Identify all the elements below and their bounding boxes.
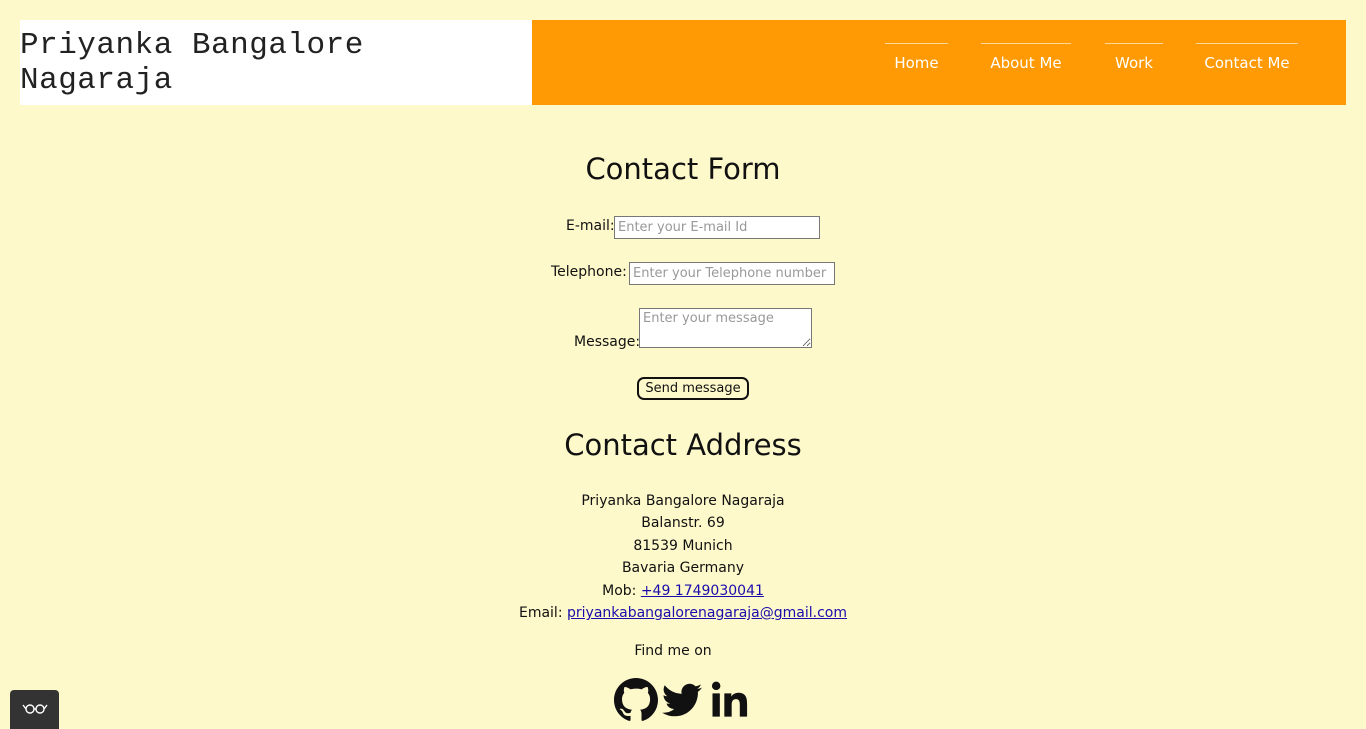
- linkedin-icon[interactable]: [710, 678, 752, 722]
- telephone-field[interactable]: [629, 262, 835, 285]
- address-city: 81539 Munich: [633, 538, 733, 554]
- social-links: [0, 678, 1366, 722]
- nav-about-me[interactable]: About Me: [981, 43, 1071, 82]
- email-link[interactable]: priyankabangalorenagaraja@gmail.com: [567, 605, 847, 621]
- site-title: Priyanka Bangalore Nagaraja: [20, 20, 532, 105]
- nav-home[interactable]: Home: [885, 43, 948, 82]
- address-email-line: Email: priyankabangalorenagaraja@gmail.c…: [0, 605, 1366, 621]
- message-field[interactable]: [639, 308, 812, 348]
- nav-contact-me[interactable]: Contact Me: [1196, 43, 1298, 82]
- twitter-icon[interactable]: [662, 678, 704, 722]
- glasses-icon: [21, 700, 48, 719]
- find-me-on: Find me on: [634, 643, 712, 659]
- message-label: Message:: [574, 334, 641, 350]
- accessibility-toggle[interactable]: [10, 690, 59, 729]
- email-label: E-mail:: [566, 218, 615, 234]
- contact-address-title: Contact Address: [564, 428, 802, 462]
- address-mobile-line: Mob: +49 1749030041: [0, 583, 1366, 599]
- email-field[interactable]: [614, 216, 820, 239]
- nav-work[interactable]: Work: [1105, 43, 1163, 82]
- address-street: Balanstr. 69: [641, 515, 725, 531]
- main-nav: Home About Me Work Contact Me: [532, 20, 1346, 105]
- email-address-label: Email:: [518, 605, 563, 621]
- send-message-button[interactable]: Send message: [637, 377, 749, 400]
- contact-form-title: Contact Form: [585, 152, 781, 186]
- site-header: Priyanka Bangalore Nagaraja Home About M…: [20, 20, 1346, 105]
- address-region: Bavaria Germany: [621, 560, 745, 576]
- github-icon[interactable]: [614, 678, 658, 722]
- mobile-link[interactable]: +49 1749030041: [641, 583, 764, 599]
- address-name: Priyanka Bangalore Nagaraja: [581, 493, 785, 509]
- telephone-label: Telephone:: [551, 264, 627, 280]
- mobile-label: Mob:: [602, 583, 637, 599]
